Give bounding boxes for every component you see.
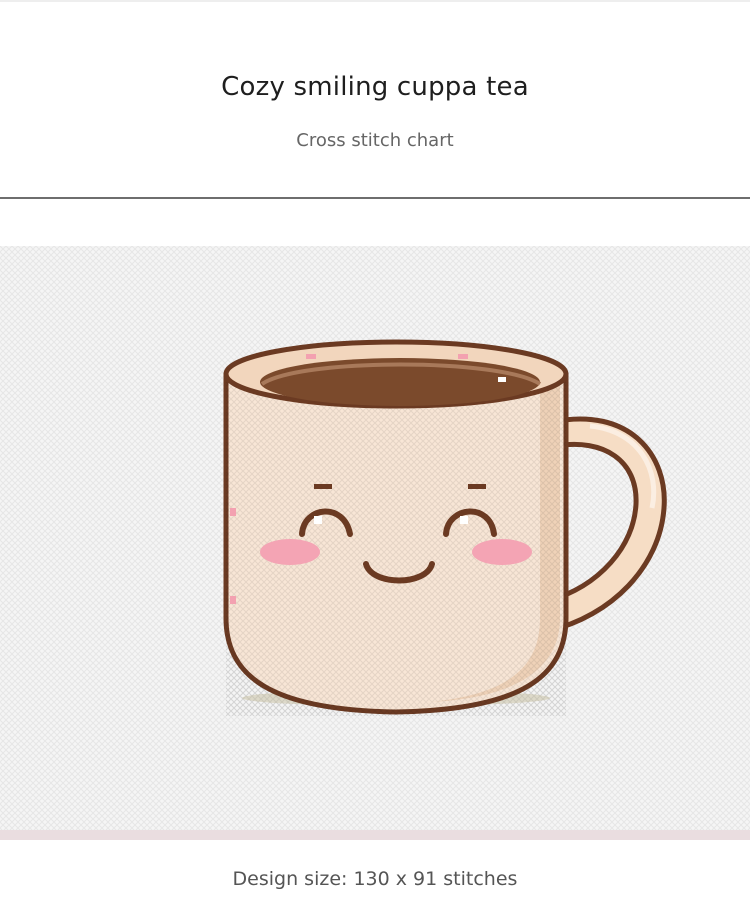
chart-page: Cozy smiling cuppa tea Cross stitch char… (0, 0, 750, 910)
left-cheek (260, 539, 320, 565)
fabric-bottom-band (0, 830, 750, 840)
cross-stitch-preview (0, 246, 750, 840)
design-size: Design size: 130 x 91 stitches (232, 868, 518, 890)
rim-pink-stitch-2 (458, 354, 468, 359)
stitch-canvas (0, 246, 750, 840)
page-title: Cozy smiling cuppa tea (221, 72, 529, 102)
rim-highlight (498, 377, 506, 382)
right-eyebrow (468, 484, 486, 489)
left-eye-sparkle (314, 516, 322, 524)
header-divider (0, 197, 750, 199)
page-subtitle: Cross stitch chart (296, 130, 454, 151)
rim-pink-stitch-1 (306, 354, 316, 359)
edge-pink-stitch-1 (230, 508, 236, 516)
chart-header: Cozy smiling cuppa tea Cross stitch char… (0, 0, 750, 198)
right-eye-sparkle (460, 516, 468, 524)
right-cheek (472, 539, 532, 565)
edge-pink-stitch-2 (230, 596, 236, 604)
left-eyebrow (314, 484, 332, 489)
